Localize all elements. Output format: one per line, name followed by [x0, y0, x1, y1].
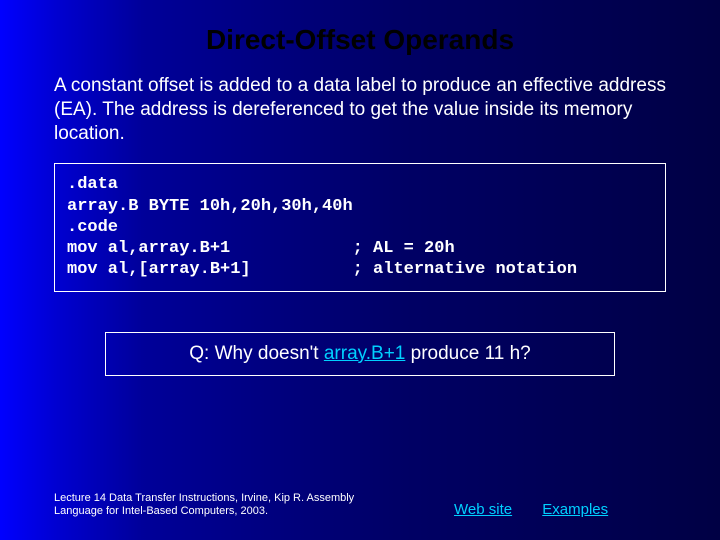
body-paragraph: A constant offset is added to a data lab… [54, 74, 666, 145]
question-suffix: produce 11 h? [405, 343, 530, 364]
examples-link[interactable]: Examples [542, 501, 608, 518]
slide-title: Direct-Offset Operands [0, 0, 720, 74]
slide: Direct-Offset Operands A constant offset… [0, 0, 720, 540]
website-link[interactable]: Web site [454, 501, 512, 518]
footer-citation: Lecture 14 Data Transfer Instructions, I… [54, 492, 394, 518]
footer: Lecture 14 Data Transfer Instructions, I… [54, 492, 666, 518]
question-box: Q: Why doesn't array.B+1 produce 11 h? [105, 332, 615, 376]
question-prefix: Q: Why doesn't [189, 343, 324, 364]
footer-links: Web site Examples [454, 501, 634, 518]
question-highlight: array.B+1 [324, 343, 406, 364]
code-block: .data array.B BYTE 10h,20h,30h,40h .code… [54, 163, 666, 291]
